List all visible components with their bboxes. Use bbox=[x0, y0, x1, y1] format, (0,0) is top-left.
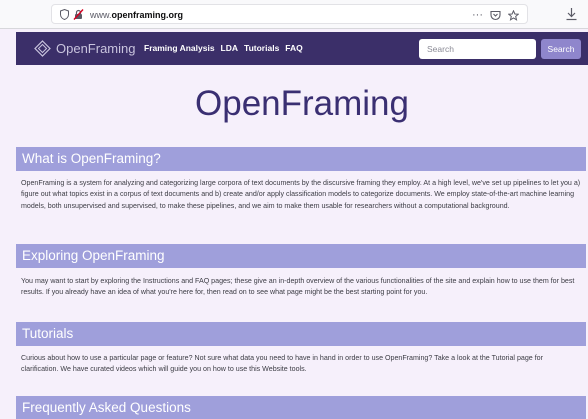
shield-icon[interactable] bbox=[60, 9, 69, 20]
brand-name[interactable]: OpenFraming bbox=[56, 40, 135, 57]
browser-toolbar: www.openframing.org ··· bbox=[0, 0, 588, 29]
search-input[interactable] bbox=[419, 39, 536, 59]
url-domain: openframing.org bbox=[111, 10, 184, 20]
section-heading-what-is: What is OpenFraming? bbox=[16, 147, 586, 171]
section-heading-tutorials: Tutorials bbox=[16, 322, 586, 346]
address-bar[interactable]: www.openframing.org ··· bbox=[51, 4, 528, 24]
nav-link-faq[interactable]: FAQ bbox=[285, 42, 302, 55]
site-navbar: OpenFraming Framing Analysis LDA Tutoria… bbox=[16, 32, 588, 65]
url-actions: ··· bbox=[472, 7, 519, 23]
url-prefix: www. bbox=[90, 10, 112, 20]
section-body-exploring: You may want to start by exploring the I… bbox=[21, 277, 575, 297]
nav-links: Framing Analysis LDA Tutorials FAQ bbox=[144, 42, 303, 55]
bookmark-star-icon[interactable] bbox=[508, 9, 519, 21]
url-text: www.openframing.org bbox=[90, 8, 183, 22]
nav-link-tutorials[interactable]: Tutorials bbox=[244, 42, 279, 55]
download-icon[interactable] bbox=[565, 7, 578, 21]
section-body-tutorials: Curious about how to use a particular pa… bbox=[21, 354, 543, 374]
insecure-lock-icon[interactable] bbox=[73, 9, 84, 20]
search-button[interactable]: Search bbox=[541, 39, 581, 59]
section-heading-faq: Frequently Asked Questions bbox=[16, 396, 586, 419]
page-actions-icon[interactable]: ··· bbox=[472, 7, 483, 23]
openframing-logo-icon[interactable] bbox=[34, 40, 51, 57]
pocket-icon[interactable] bbox=[490, 10, 501, 21]
nav-link-lda[interactable]: LDA bbox=[221, 42, 238, 55]
section-body-what-is: OpenFraming is a system for analyzing an… bbox=[21, 179, 581, 210]
page-title: OpenFraming bbox=[195, 84, 409, 123]
section-heading-exploring: Exploring OpenFraming bbox=[16, 244, 586, 268]
nav-link-framing-analysis[interactable]: Framing Analysis bbox=[144, 42, 215, 55]
